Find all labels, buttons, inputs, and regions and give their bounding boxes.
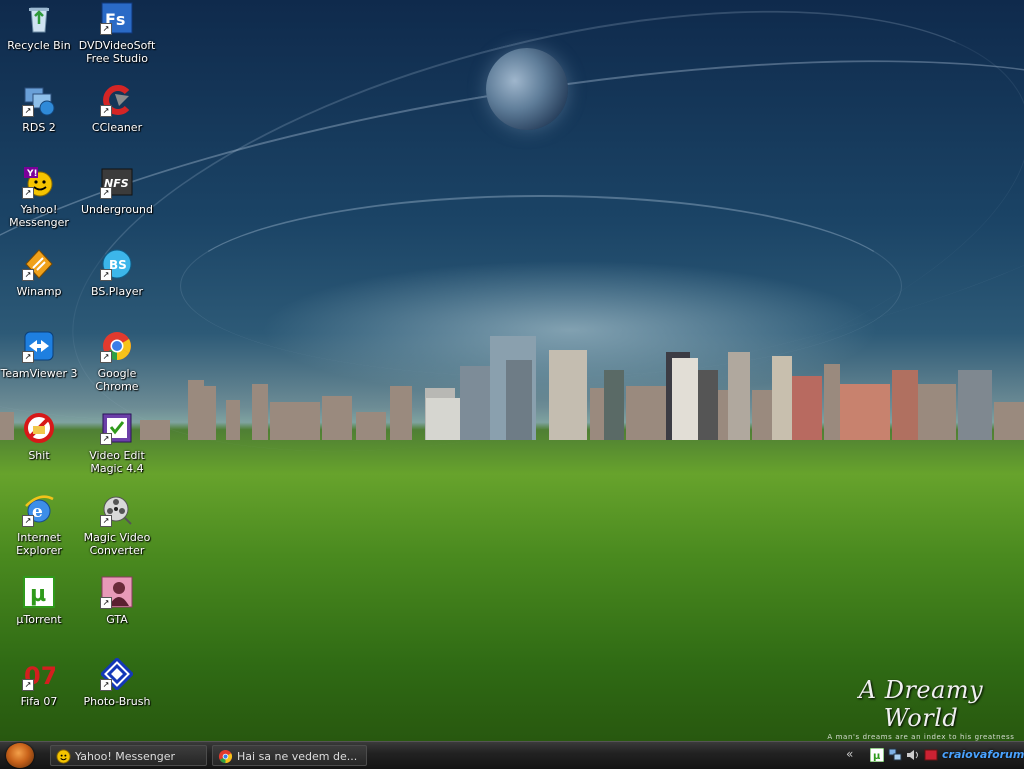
tray-site-label[interactable]: craiovaforum.ro [942,748,1024,761]
task-label: Yahoo! Messenger [75,750,176,763]
icon-label: Magic Video Converter [83,531,151,557]
start-button[interactable] [6,743,34,768]
taskbar-button-chrome-window[interactable]: Hai sa ne vedem de... [212,745,367,766]
wallpaper-branding: A Dreamy World A man's dreams are an ind… [826,676,1016,741]
desktop-icon-google-chrome[interactable]: ↗ Google Chrome [78,330,156,393]
icon-label: Yahoo! Messenger [9,203,69,229]
icon-label: BS.Player [90,285,144,298]
icon-label: Winamp [16,285,62,298]
icon-label: Video Edit Magic 4.4 [89,449,145,475]
desktop-icon-dvdvideosoft[interactable]: Fs ↗ DVDVideoSoft Free Studio [78,2,156,65]
security-tray-icon[interactable] [924,748,938,762]
svg-text:µ: µ [30,582,46,607]
icon-label: TeamViewer 3 [0,367,78,380]
desktop-icon-recycle-bin[interactable]: Recycle Bin [0,2,78,52]
icon-label: Underground [80,203,154,216]
icon-label: DVDVideoSoft Free Studio [78,39,156,65]
taskbar: Yahoo! Messenger Hai sa ne vedem de... «… [0,741,1024,769]
desktop-icon-photo-brush[interactable]: ↗ Photo-Brush [78,658,156,708]
moon [486,48,568,130]
desktop-icon-yahoo-messenger[interactable]: Y! ↗ Yahoo! Messenger [0,166,78,229]
desktop-icon-rds-2[interactable]: ↗ RDS 2 [0,84,78,134]
desktop-icon-internet-explorer[interactable]: e ↗ Internet Explorer [0,494,78,557]
icon-label: RDS 2 [22,121,56,134]
desktop-icon-gta[interactable]: ↗ GTA [78,576,156,626]
wallpaper-subtitle: A man's dreams are an index to his great… [827,733,1015,741]
icon-label: Fifa 07 [20,695,58,708]
recycle-bin-icon [29,7,49,33]
yahoo-messenger-icon [56,749,71,764]
chrome-icon [218,749,233,764]
taskbar-button-yahoo-messenger[interactable]: Yahoo! Messenger [50,745,207,766]
system-tray: « µ craiovaforum.ro [846,745,1024,766]
desktop-icon-bsplayer[interactable]: BS ↗ BS.Player [78,248,156,298]
desktop-icon-video-edit-magic[interactable]: ↗ Video Edit Magic 4.4 [78,412,156,475]
icon-label: GTA [106,613,128,626]
icon-label: Recycle Bin [7,39,71,52]
forbidden-folder-icon [24,413,54,443]
desktop-icon-utorrent[interactable]: µ µTorrent [0,576,78,626]
icon-label: Internet Explorer [16,531,62,557]
network-tray-icon[interactable] [888,748,902,762]
desktop-icon-magic-video-converter[interactable]: ↗ Magic Video Converter [78,494,156,557]
desktop-icon-fifa-07[interactable]: 07 ↗ Fifa 07 [0,658,78,708]
desktop-icon-ccleaner[interactable]: ↗ CCleaner [78,84,156,134]
svg-text:Y!: Y! [26,169,38,179]
tray-expand-chevron[interactable]: « [846,747,853,761]
icon-label: µTorrent [16,613,62,626]
desktop-icon-teamviewer[interactable]: ↗ TeamViewer 3 [0,330,78,380]
desktop-icon-underground[interactable]: NFS ↗ Underground [78,166,156,216]
task-label: Hai sa ne vedem de... [237,750,358,763]
wallpaper-title: A Dreamy World [858,676,984,732]
desktop-icon-winamp[interactable]: ↗ Winamp [0,248,78,298]
icon-label: Shit [28,449,50,462]
icon-label: CCleaner [91,121,143,134]
utorrent-icon: µ [23,576,55,608]
volume-tray-icon[interactable] [906,748,920,762]
desktop-icon-shit-folder[interactable]: Shit [0,412,78,462]
icon-label: Google Chrome [95,367,139,393]
icon-label: Photo-Brush [83,695,151,708]
svg-text:µ: µ [873,751,881,762]
utorrent-tray-icon[interactable]: µ [870,748,884,762]
